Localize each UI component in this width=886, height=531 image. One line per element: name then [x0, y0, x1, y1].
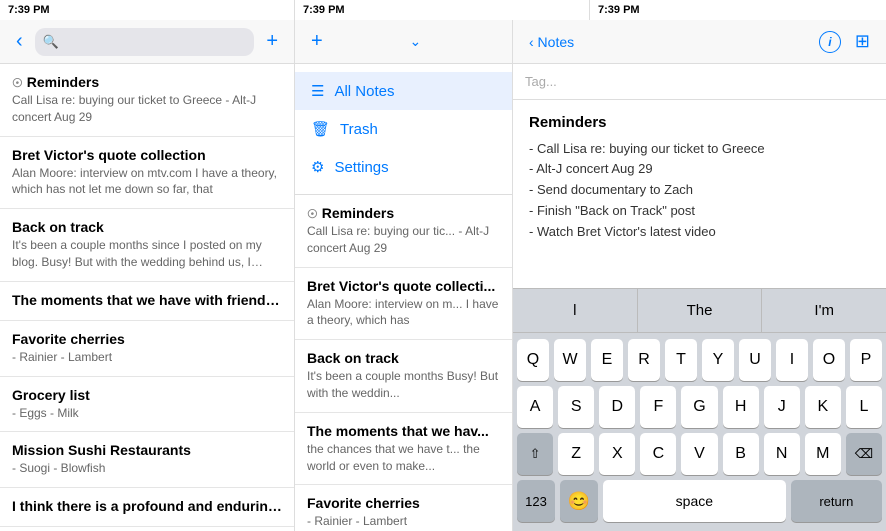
note-item-reminders-2[interactable]: ☉Reminders Call Lisa re: buying our tic.…	[295, 195, 512, 268]
sort-button[interactable]: ⌄	[403, 33, 427, 50]
reminder-line-3: - Send documentary to Zach	[529, 180, 870, 201]
key-row-1: Q W E R T Y U I O P	[517, 339, 882, 381]
toolbar-panel3: ‹ Notes i ⊞	[513, 20, 886, 64]
suggestion-2[interactable]: The	[638, 289, 763, 332]
settings-icon: ⚙	[311, 158, 324, 176]
status-bar-2: 7:39 PM	[295, 0, 590, 20]
reminder-line-5: - Watch Bret Victor's latest video	[529, 222, 870, 243]
note-item-cherries-1[interactable]: Favorite cherries - Rainier - Lambert	[0, 321, 294, 377]
key-h[interactable]: H	[723, 386, 759, 428]
toolbar-panel2: + ⌄	[295, 20, 512, 64]
add-note-button-panel2[interactable]: +	[305, 30, 329, 53]
note-item-moments-2[interactable]: The moments that we hav... the chances t…	[295, 413, 512, 486]
back-to-notes-button[interactable]: ‹ Notes	[523, 34, 580, 50]
key-v[interactable]: V	[681, 433, 717, 475]
folder-trash[interactable]: 🗑 Trash	[295, 110, 512, 148]
key-p[interactable]: P	[850, 339, 882, 381]
key-z[interactable]: Z	[558, 433, 594, 475]
status-bar-3: 7:39 PM	[590, 0, 886, 20]
key-u[interactable]: U	[739, 339, 771, 381]
key-m[interactable]: M	[805, 433, 841, 475]
key-delete[interactable]: ⌫	[846, 433, 882, 475]
reminder-line-2: - Alt-J concert Aug 29	[529, 159, 870, 180]
key-w[interactable]: W	[554, 339, 586, 381]
back-button-panel1[interactable]: ‹	[10, 30, 29, 53]
key-y[interactable]: Y	[702, 339, 734, 381]
note-item-sushi-1[interactable]: Mission Sushi Restaurants - Suogi - Blow…	[0, 432, 294, 488]
note-item-back-on-track-1[interactable]: Back on track It's been a couple months …	[0, 209, 294, 282]
key-num[interactable]: 123	[517, 480, 555, 522]
keyboard: l The I'm Q W E R T Y U I O P A	[513, 288, 886, 531]
tag-bar[interactable]: Tag...	[513, 64, 886, 100]
panel-notes-list: ‹ 🔍 + ☉Reminders Call Lisa re: buying ou…	[0, 20, 295, 531]
folder-list: ☰ All Notes 🗑 Trash ⚙ Settings	[295, 64, 512, 194]
info-button[interactable]: i	[819, 31, 841, 53]
note-item-moments-1[interactable]: The moments that we have with friends an…	[0, 282, 294, 321]
key-r[interactable]: R	[628, 339, 660, 381]
key-a[interactable]: A	[517, 386, 553, 428]
key-row-4: 123 😊 space return	[517, 480, 882, 522]
key-b[interactable]: B	[723, 433, 759, 475]
key-n[interactable]: N	[764, 433, 800, 475]
all-notes-icon: ☰	[311, 82, 324, 100]
key-row-2: A S D F G H J K L	[517, 386, 882, 428]
trash-icon: 🗑	[311, 120, 330, 138]
key-row-3: ⇧ Z X C V B N M ⌫	[517, 433, 882, 475]
key-t[interactable]: T	[665, 339, 697, 381]
key-emoji[interactable]: 😊	[560, 480, 598, 522]
key-e[interactable]: E	[591, 339, 623, 381]
notes-list-panel1: ☉Reminders Call Lisa re: buying our tick…	[0, 64, 294, 531]
suggestion-3[interactable]: I'm	[762, 289, 886, 332]
key-space[interactable]: space	[603, 480, 786, 522]
time-1: 7:39 PM	[8, 4, 50, 16]
note-item-bret-2[interactable]: Bret Victor's quote collecti... Alan Moo…	[295, 268, 512, 341]
reminder-icon-2: ☉	[307, 207, 318, 221]
note-item-cherries-2[interactable]: Favorite cherries - Rainier - Lambert	[295, 485, 512, 531]
note-item-grocery-1[interactable]: Grocery list - Eggs - Milk	[0, 377, 294, 433]
suggestion-1[interactable]: l	[513, 289, 638, 332]
keyboard-suggestions: l The I'm	[513, 289, 886, 333]
note-item-bret-1[interactable]: Bret Victor's quote collection Alan Moor…	[0, 137, 294, 210]
key-return[interactable]: return	[791, 480, 882, 522]
time-2: 7:39 PM	[303, 4, 345, 16]
note-item-reminders-1[interactable]: ☉Reminders Call Lisa re: buying our tick…	[0, 64, 294, 137]
grid-view-button[interactable]: ⊞	[849, 31, 876, 52]
reminder-icon: ☉	[12, 76, 23, 90]
note-detail-title: Reminders	[529, 112, 870, 135]
key-c[interactable]: C	[640, 433, 676, 475]
search-icon: 🔍	[43, 34, 59, 50]
note-content-area[interactable]: Reminders - Call Lisa re: buying our tic…	[513, 100, 886, 288]
key-j[interactable]: J	[764, 386, 800, 428]
search-bar[interactable]: 🔍	[35, 28, 255, 56]
time-3: 7:39 PM	[598, 4, 640, 16]
tag-placeholder: Tag...	[525, 74, 557, 89]
key-s[interactable]: S	[558, 386, 594, 428]
key-f[interactable]: F	[640, 386, 676, 428]
status-bar-1: 7:39 PM	[0, 0, 295, 20]
key-k[interactable]: K	[805, 386, 841, 428]
add-note-button-panel1[interactable]: +	[260, 30, 284, 53]
key-d[interactable]: D	[599, 386, 635, 428]
reminder-line-4: - Finish "Back on Track" post	[529, 201, 870, 222]
toolbar-panel1: ‹ 🔍 +	[0, 20, 294, 64]
key-l[interactable]: L	[846, 386, 882, 428]
key-shift[interactable]: ⇧	[517, 433, 553, 475]
note-item-back-2[interactable]: Back on track It's been a couple months …	[295, 340, 512, 413]
folder-all-notes[interactable]: ☰ All Notes	[295, 72, 512, 110]
key-g[interactable]: G	[681, 386, 717, 428]
panel-all-notes: + ⌄ ☰ All Notes 🗑 Trash ⚙ Settings ☉Remi…	[295, 20, 513, 531]
panel-note-detail: ‹ Notes i ⊞ Tag... Reminders - Call Lisa…	[513, 20, 886, 531]
key-o[interactable]: O	[813, 339, 845, 381]
key-q[interactable]: Q	[517, 339, 549, 381]
folder-settings[interactable]: ⚙ Settings	[295, 148, 512, 186]
keyboard-rows: Q W E R T Y U I O P A S D F G H	[513, 333, 886, 531]
key-i[interactable]: I	[776, 339, 808, 381]
reminder-line-1: - Call Lisa re: buying our ticket to Gre…	[529, 139, 870, 160]
note-item-beauty-1[interactable]: I think there is a profound and enduring…	[0, 488, 294, 527]
key-x[interactable]: X	[599, 433, 635, 475]
